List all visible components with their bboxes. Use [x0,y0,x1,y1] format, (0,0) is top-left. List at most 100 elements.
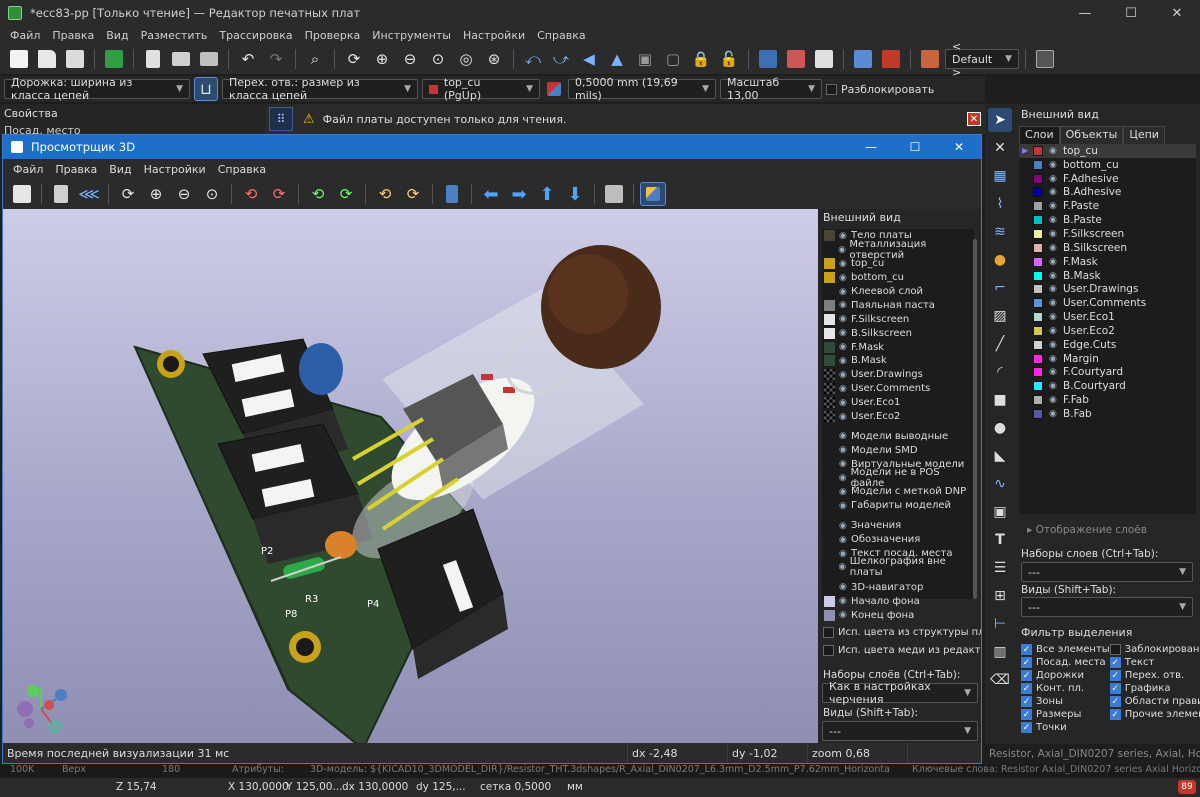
layer-color-swatch[interactable] [1033,145,1043,156]
viewer-menu-edit[interactable]: Правка [49,163,103,176]
select-arrow-icon[interactable]: ➤ [988,108,1012,132]
draw-circle-icon[interactable]: ● [988,416,1012,440]
visibility-eye-icon[interactable]: ◉ [1049,201,1059,211]
menu-inspect[interactable]: Проверка [299,29,367,42]
layer-color-swatch[interactable] [1033,215,1043,226]
grid-combo[interactable]: 0,5000 mm (19,69 mils) ▼ [568,76,716,102]
menu-preferences[interactable]: Настройки [457,29,531,42]
delete-tool-icon[interactable]: ⌫ [988,668,1012,692]
viewer-menu-help[interactable]: Справка [212,163,272,176]
visibility-eye-icon[interactable]: ◉ [839,314,849,324]
selection-filter-checkbox[interactable]: ✓ Конт. пл. [1021,683,1110,694]
scripting-icon[interactable] [917,47,943,71]
layer-color-swatch[interactable] [1033,187,1043,198]
add-image-icon[interactable]: ▣ [988,500,1012,524]
selection-filter-checkbox[interactable]: ✓Области правил [1109,696,1200,707]
notification-badge-icon[interactable]: 89 [1178,780,1196,794]
ortho-toggle-icon[interactable] [601,182,627,206]
use-editor-colors-box[interactable] [823,645,834,656]
visibility-eye-icon[interactable]: ◉ [839,398,849,408]
layer-color-swatch[interactable] [1033,159,1043,170]
flip-board-icon[interactable] [439,182,465,206]
draw-arc-icon[interactable]: ◜ [988,360,1012,384]
visibility-eye-icon[interactable]: ◉ [1049,215,1059,225]
visibility-eye-icon[interactable]: ◉ [839,596,849,606]
rotate-z-ccw-icon[interactable]: ⟳ [400,182,426,206]
layer-row[interactable]: ◉ F.Paste [1019,199,1196,213]
layer-row[interactable]: ◉ F.Fab [1019,393,1196,407]
visibility-eye-icon[interactable]: ◉ [1049,395,1059,405]
visibility-eye-icon[interactable]: ◉ [839,521,849,531]
layer-row[interactable]: ◉ B.Adhesive [1019,186,1196,200]
raytrace-icon[interactable]: ⋘ [76,182,102,206]
visibility-eye-icon[interactable]: ◉ [1049,284,1059,294]
viewer-zoom-in-icon[interactable]: ⊕ [143,182,169,206]
move-up-icon[interactable]: ⬆ [534,182,560,206]
selection-filter-checkbox[interactable]: ✓ Точки [1021,722,1110,733]
viewer-layer-row[interactable]: ◉ Шелкография вне платы [822,556,974,578]
board-setup-icon[interactable] [101,47,127,71]
plot-icon[interactable] [196,47,222,71]
visibility-eye-icon[interactable]: ◉ [1049,271,1059,281]
viewer-layer-color-swatch[interactable] [824,355,835,367]
tab-layers[interactable]: Слои [1019,126,1060,144]
visibility-eye-icon[interactable]: ◉ [1049,160,1059,170]
selection-filter-checkbox[interactable]: ✓ Все элементы [1021,644,1110,655]
visibility-eye-icon[interactable]: ◉ [1049,146,1059,156]
layer-color-swatch[interactable] [1033,325,1043,336]
viewer-menu-preferences[interactable]: Настройки [138,163,212,176]
viewer-layer-row[interactable]: ◉ F.Silkscreen [822,312,974,326]
draw-line-icon[interactable]: ╱ [988,332,1012,356]
checkbox-box[interactable]: ✓ [1021,657,1032,668]
layer-color-swatch[interactable] [1033,256,1043,267]
viewer-menu-view[interactable]: Вид [103,163,137,176]
use-board-colors-checkbox[interactable]: Исп. цвета из структуры платы [823,627,981,638]
draw-rect-icon[interactable]: ■ [988,388,1012,412]
checkbox-box[interactable] [1109,644,1121,655]
export-image-icon[interactable] [9,182,35,206]
footprint-editor-icon[interactable] [783,47,809,71]
layer-color-swatch[interactable] [1033,173,1043,184]
visibility-eye-icon[interactable]: ◉ [1049,298,1059,308]
viewer-layer-color-swatch[interactable] [824,258,835,270]
checkbox-box[interactable]: ✓ [1021,683,1032,694]
selection-filter-checkbox[interactable]: ✓ Текст [1109,657,1200,668]
layer-color-swatch[interactable] [1033,381,1043,392]
layer-presets-combo[interactable]: --- ▼ [1021,562,1193,582]
selection-filter-checkbox[interactable]: ✓Прочие элементы [1109,709,1200,720]
visibility-eye-icon[interactable]: ◉ [839,473,849,483]
menu-tools[interactable]: Инструменты [366,29,457,42]
visibility-eye-icon[interactable]: ◉ [1049,409,1059,419]
menu-view[interactable]: Вид [100,29,134,42]
selection-filter-checkbox[interactable]: ✓ Графика [1109,683,1200,694]
tune-length-icon[interactable]: ≋ [988,220,1012,244]
rotate-z-cw-icon[interactable]: ⟲ [372,182,398,206]
layer-row[interactable]: ◉ B.Courtyard [1019,379,1196,393]
visibility-eye-icon[interactable]: ◉ [839,287,849,297]
viewer-layer-color-swatch[interactable] [824,383,835,395]
viewer-layer-row[interactable]: ◉ Клеевой слой [822,285,974,299]
viewer-layer-color-swatch[interactable] [824,299,835,311]
viewer-layer-row[interactable]: ◉ Модели не в POS файле [822,467,974,489]
layer-row[interactable]: ◉ User.Drawings [1019,282,1196,296]
viewer-layer-color-swatch[interactable] [824,609,835,621]
viewer-layer-row[interactable]: ◉ Модели SMD [822,443,974,457]
visibility-eye-icon[interactable]: ◉ [839,328,849,338]
undo-icon[interactable]: ↶ [235,47,261,71]
viewer-layer-row[interactable]: ◉ User.Drawings [822,368,974,382]
viewer-reload-icon[interactable]: ⟳ [115,182,141,206]
copy-image-icon[interactable] [48,182,74,206]
auto-track-width-icon[interactable]: ⊔ [194,77,218,101]
visibility-eye-icon[interactable]: ◉ [1049,187,1059,197]
layer-row[interactable]: ◉ Margin [1019,352,1196,366]
use-editor-colors-checkbox[interactable]: Исп. цвета меди из редактора плат [823,645,981,656]
menu-place[interactable]: Разместить [135,29,214,42]
minimize-icon[interactable]: — [1062,0,1108,26]
rotate-y-ccw-icon[interactable]: ⟳ [333,182,359,206]
checkbox-box[interactable]: ✓ [1109,696,1121,707]
viewer-layer-color-swatch[interactable] [824,286,835,297]
viewer-layer-row[interactable]: ◉ Габариты моделей [822,499,974,513]
zoom-objects-icon[interactable]: ◎ [453,47,479,71]
viewer-layer-color-swatch[interactable] [824,473,835,484]
visibility-eye-icon[interactable]: ◉ [839,582,849,592]
